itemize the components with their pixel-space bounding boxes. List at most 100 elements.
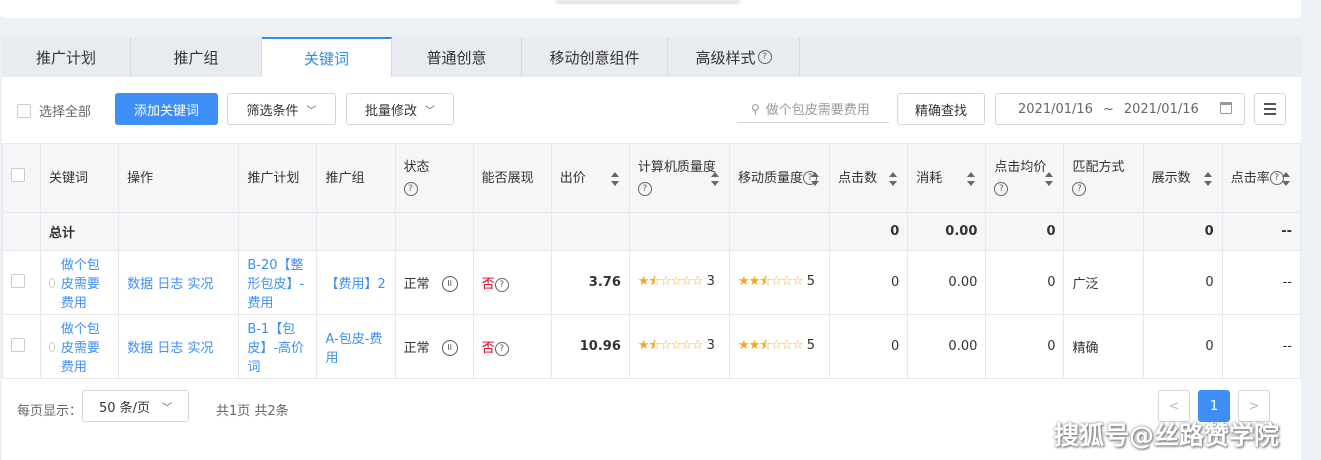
bid-value[interactable]: 3.76 [550, 250, 630, 315]
clicks-value: 0 [829, 250, 909, 315]
mquality-cell: ★★⯪☆☆☆ 5 [729, 314, 831, 379]
header-checkbox-cell [1, 143, 42, 213]
mquality-cell: ★★⯪☆☆☆ 5 [729, 250, 831, 315]
per-page-label: 每页显示： [17, 404, 83, 419]
sort-icon[interactable] [1282, 172, 1290, 186]
col-cpc-label: 点击均价 [994, 160, 1047, 175]
header-checkbox[interactable] [11, 167, 25, 182]
show-value: 否 [481, 277, 495, 292]
mquality-value: 5 [806, 273, 816, 289]
data-link[interactable]: 数据 [127, 277, 153, 292]
row-checkbox[interactable] [11, 337, 25, 352]
batch-edit-label: 批量修改 [364, 103, 417, 119]
match-value: 精确 [1063, 314, 1144, 379]
group-cell: A-包皮-费用 [316, 314, 396, 379]
row-checkbox[interactable] [11, 273, 25, 288]
watermark: 搜狐号@丝路赞学院 [1054, 421, 1280, 450]
sort-icon[interactable] [1045, 172, 1054, 186]
summary-cell [1, 212, 42, 251]
tab-creative[interactable]: 普通创意 [392, 37, 522, 77]
table-row[interactable]: 做个包皮需要费用 数据 日志 实况 B-1【包皮】-高价词 A-包皮-费用 正常… [1, 314, 1302, 379]
star-rating: ★★⯪☆☆☆ [738, 337, 804, 353]
tab-keyword[interactable]: 关键词 [262, 37, 392, 77]
col-cost[interactable]: 消耗 [907, 143, 987, 213]
per-page-select[interactable]: 50 条/页 ﹀ [82, 390, 189, 422]
batch-edit-button[interactable]: 批量修改 ﹀ [346, 93, 454, 125]
date-to: 2021/01/16 [1123, 101, 1199, 117]
filter-button[interactable]: 筛选条件 ﹀ [227, 93, 336, 125]
summary-ctr: -- [1221, 212, 1302, 251]
col-cpc[interactable]: 点击均价? [985, 143, 1065, 213]
summary-cell [729, 212, 831, 251]
column-settings-button[interactable] [1254, 93, 1286, 125]
summary-row: 总计 0 0.00 0 0 -- [1, 212, 1302, 251]
help-icon: ? [994, 181, 1009, 196]
table-row[interactable]: 做个包皮需要费用 数据 日志 实况 B-20【整形包皮】-费用 【费用】2 正常… [1, 250, 1302, 315]
summary-label: 总计 [40, 212, 120, 251]
live-link[interactable]: 实况 [187, 277, 213, 292]
data-link[interactable]: 数据 [127, 341, 153, 356]
col-ctr[interactable]: 点击率? [1221, 143, 1302, 213]
sort-icon[interactable] [711, 172, 720, 186]
help-icon: ? [494, 341, 509, 356]
keyword-link[interactable]: 做个包皮需要费用 [61, 254, 110, 311]
list-icon-line [1264, 108, 1276, 110]
col-match-label: 匹配方式 [1072, 160, 1125, 175]
col-quality[interactable]: 计算机质量度? [628, 143, 731, 213]
group-link[interactable]: 【费用】2 [325, 277, 385, 292]
tab-advanced-label: 高级样式 [695, 48, 756, 67]
tab-group[interactable]: 推广组 [131, 37, 262, 77]
tab-plan[interactable]: 推广计划 [2, 37, 131, 77]
radio-icon[interactable] [49, 341, 55, 352]
log-link[interactable]: 日志 [157, 341, 183, 356]
clicks-value: 0 [829, 314, 909, 379]
col-clicks[interactable]: 点击数 [829, 143, 909, 213]
radio-icon[interactable] [49, 277, 55, 288]
tab-bar: 推广计划 推广组 关键词 普通创意 移动创意组件 高级样式? [2, 37, 1301, 77]
col-impr[interactable]: 展示数 [1142, 143, 1223, 213]
sort-icon[interactable] [889, 172, 898, 186]
col-show: 能否展现 [472, 143, 552, 213]
col-bid[interactable]: 出价 [550, 143, 630, 213]
summary-impr: 0 [1142, 212, 1223, 251]
sort-icon[interactable] [811, 172, 820, 186]
pause-icon[interactable]: II [441, 276, 458, 293]
per-page-value: 50 条/页 [98, 400, 151, 416]
main-panel: 推广计划 推广组 关键词 普通创意 移动创意组件 高级样式? 选择全部 添加关键… [1, 37, 1302, 460]
bid-value[interactable]: 10.96 [550, 314, 630, 379]
log-link[interactable]: 日志 [157, 277, 183, 292]
live-link[interactable]: 实况 [187, 341, 213, 356]
toolbar: 选择全部 添加关键词 筛选条件 ﹀ 批量修改 ﹀ ⚲ 做个包皮需要费用 精确查找 2… [2, 77, 1301, 143]
search-input[interactable]: ⚲ 做个包皮需要费用 [737, 95, 889, 123]
col-clicks-label: 点击数 [838, 170, 878, 186]
sort-icon[interactable] [610, 172, 619, 186]
star-rating: ★⯪☆☆☆☆ [637, 337, 704, 353]
col-mquality[interactable]: 移动质量度? [729, 143, 831, 213]
search-icon: ⚲ [751, 101, 760, 116]
col-ctr-label: 点击率 [1230, 170, 1270, 186]
col-ops: 操作 [118, 143, 240, 213]
plan-link[interactable]: B-20【整形包皮】-费用 [247, 258, 304, 311]
quality-value: 3 [706, 337, 715, 353]
plan-link[interactable]: B-1【包皮】-高价词 [247, 322, 304, 375]
sort-icon[interactable] [1203, 172, 1212, 186]
pause-icon[interactable]: II [441, 340, 458, 357]
list-icon [1264, 103, 1276, 105]
add-keyword-button[interactable]: 添加关键词 [115, 93, 218, 125]
keyword-link[interactable]: 做个包皮需要费用 [61, 318, 110, 375]
tab-advanced-style[interactable]: 高级样式? [668, 37, 800, 77]
tab-mobile-creative[interactable]: 移动创意组件 [522, 37, 668, 77]
date-range-picker[interactable]: 2021/01/16 ~ 2021/01/16 [995, 93, 1245, 125]
select-all-checkbox[interactable] [17, 103, 31, 118]
exact-search-button[interactable]: 精确查找 [897, 93, 985, 125]
show-value: 否 [481, 341, 495, 356]
mquality-value: 5 [806, 337, 816, 353]
select-all[interactable]: 选择全部 [17, 101, 91, 120]
summary-cell [394, 212, 474, 251]
help-icon: ? [1072, 181, 1087, 196]
keyword-cell: 做个包皮需要费用 [40, 314, 120, 379]
group-link[interactable]: A-包皮-费用 [325, 332, 382, 366]
sort-icon[interactable] [967, 172, 976, 186]
filter-label: 筛选条件 [246, 103, 299, 119]
impr-value: 0 [1142, 314, 1223, 379]
